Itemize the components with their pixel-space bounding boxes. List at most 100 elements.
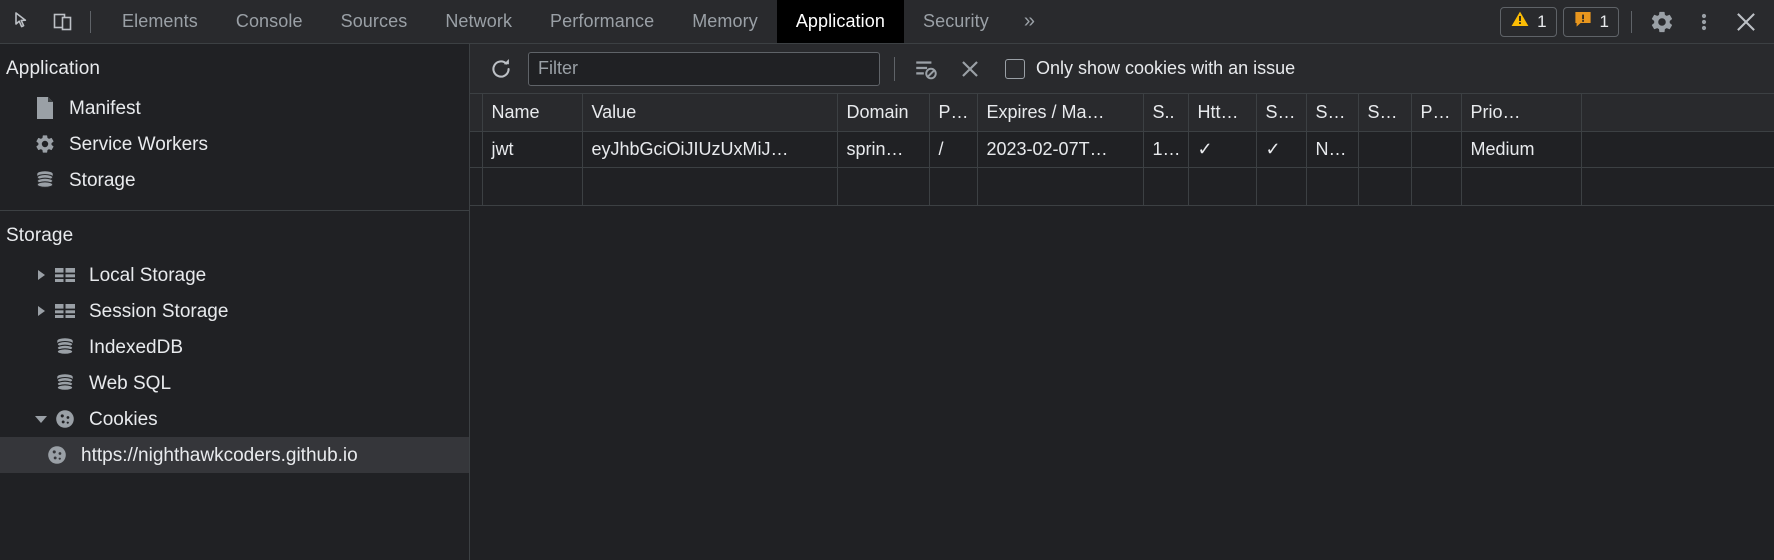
- cookie-icon: [44, 443, 70, 467]
- sidebar-item-label: Cookies: [89, 408, 158, 430]
- only-issues-checkbox-group[interactable]: Only show cookies with an issue: [1005, 58, 1295, 79]
- cookies-table-wrap[interactable]: Name Value Domain P… Expires / Ma… S.. H…: [470, 94, 1774, 560]
- table-cell-secure[interactable]: ✓: [1256, 131, 1307, 168]
- warning-count-label: 1: [1537, 11, 1547, 31]
- table-empty-row: [470, 167, 1774, 206]
- manifest-document-icon: [32, 96, 58, 120]
- table-cell-size[interactable]: 1…: [1143, 131, 1189, 168]
- gear-icon[interactable]: [1644, 5, 1680, 39]
- warning-triangle-icon: [1510, 9, 1530, 34]
- table-header-domain[interactable]: Domain: [837, 94, 930, 132]
- table-cell-httponly[interactable]: ✓: [1188, 131, 1257, 168]
- table-cell-priority[interactable]: Medium: [1461, 131, 1582, 168]
- only-issues-label: Only show cookies with an issue: [1036, 58, 1296, 78]
- issue-count-button[interactable]: 1: [1562, 6, 1619, 37]
- cookies-table-body: jwt eyJhbGciOiJIUzUxMiJ… sprin… / 2023-0…: [470, 131, 1774, 206]
- sidebar-item-label: Web SQL: [89, 372, 172, 394]
- clear-filtered-cookies-icon[interactable]: [909, 52, 943, 86]
- tab-network[interactable]: Network: [426, 0, 531, 43]
- cookies-toolbar: Only show cookies with an issue: [470, 44, 1774, 94]
- sidebar-item-label: Session Storage: [89, 300, 229, 322]
- tabstrip-right-divider: [1631, 10, 1632, 33]
- three-dot-menu-icon[interactable]: [1686, 5, 1722, 39]
- sidebar-item-manifest[interactable]: Manifest: [0, 90, 469, 126]
- sidebar-item-session-storage[interactable]: Session Storage: [0, 293, 469, 329]
- tab-sources[interactable]: Sources: [322, 0, 427, 43]
- table-grid-icon: [52, 263, 78, 287]
- table-header-path[interactable]: P…: [929, 94, 978, 132]
- table-cell-partitionkey[interactable]: [1411, 131, 1462, 168]
- sidebar-item-label: Service Workers: [69, 133, 209, 155]
- devtools-window: Elements Console Sources Network Perform…: [0, 0, 1774, 560]
- sidebar-item-label: IndexedDB: [89, 336, 184, 358]
- table-row[interactable]: jwt eyJhbGciOiJIUzUxMiJ… sprin… / 2023-0…: [470, 131, 1774, 168]
- sidebar-item-label: Storage: [69, 169, 136, 191]
- sidebar-item-cookie-origin[interactable]: https://nighthawkcoders.github.io: [0, 437, 469, 473]
- table-header-priority[interactable]: Prio…: [1461, 94, 1582, 132]
- database-icon: [52, 335, 78, 359]
- table-cell-expires[interactable]: 2023-02-07T…: [977, 131, 1144, 168]
- table-cell-name[interactable]: jwt: [482, 131, 583, 168]
- application-sidebar: Application Manifest Service Workers Sto…: [0, 44, 470, 560]
- tab-console[interactable]: Console: [217, 0, 322, 43]
- more-tabs-chevron-icon[interactable]: »: [1008, 0, 1051, 43]
- table-cell-samesite[interactable]: N…: [1306, 131, 1359, 168]
- tab-memory[interactable]: Memory: [673, 0, 777, 43]
- cookies-table: Name Value Domain P… Expires / Ma… S.. H…: [470, 94, 1774, 206]
- filter-input[interactable]: [528, 51, 880, 86]
- table-cell-lead: [470, 131, 483, 168]
- sidebar-section-storage-title: Storage: [6, 225, 74, 246]
- table-cell-value[interactable]: eyJhbGciOiJIUzUxMiJ…: [582, 131, 838, 168]
- chevron-down-icon[interactable]: [32, 410, 50, 428]
- inspect-element-icon[interactable]: [8, 5, 42, 39]
- table-header-row: Name Value Domain P… Expires / Ma… S.. H…: [470, 94, 1774, 132]
- sidebar-item-label: Manifest: [69, 97, 141, 119]
- tab-performance[interactable]: Performance: [531, 0, 673, 43]
- issue-count-label: 1: [1599, 11, 1609, 31]
- tab-security[interactable]: Security: [904, 0, 1008, 43]
- tab-application[interactable]: Application: [776, 0, 904, 43]
- table-cell-filler: [1581, 131, 1774, 168]
- table-header-partitionkey[interactable]: P…: [1411, 94, 1462, 132]
- devtools-tool-buttons: [0, 0, 103, 43]
- table-header-samesite2[interactable]: S…: [1358, 94, 1412, 132]
- sidebar-item-label: Local Storage: [89, 264, 207, 286]
- only-issues-checkbox[interactable]: [1005, 58, 1025, 79]
- sidebar-item-service-workers[interactable]: Service Workers: [0, 126, 469, 162]
- table-header-name[interactable]: Name: [482, 94, 583, 132]
- table-header-expires[interactable]: Expires / Ma…: [977, 94, 1144, 132]
- sidebar-item-label: https://nighthawkcoders.github.io: [81, 444, 358, 466]
- gear-icon: [32, 132, 58, 156]
- tabstrip-right-controls: 1 1: [1500, 0, 1774, 43]
- sidebar-item-local-storage[interactable]: Local Storage: [0, 257, 469, 293]
- table-grid-icon: [52, 299, 78, 323]
- close-icon[interactable]: [1728, 5, 1764, 39]
- cookies-panel: Only show cookies with an issue: [470, 44, 1774, 560]
- sidebar-item-storage[interactable]: Storage: [0, 162, 469, 198]
- table-header-secure[interactable]: S…: [1256, 94, 1307, 132]
- table-cell-domain[interactable]: sprin…: [837, 131, 930, 168]
- table-header-filler: [1581, 94, 1774, 132]
- table-header-value[interactable]: Value: [582, 94, 838, 132]
- toolbar-divider: [90, 10, 91, 33]
- sidebar-item-web-sql[interactable]: Web SQL: [0, 365, 469, 401]
- chevron-right-icon[interactable]: [32, 302, 50, 320]
- table-cell-samesite2[interactable]: [1358, 131, 1412, 168]
- sidebar-item-indexeddb[interactable]: IndexedDB: [0, 329, 469, 365]
- table-header-size[interactable]: S..: [1143, 94, 1189, 132]
- device-toolbar-icon[interactable]: [46, 5, 80, 39]
- table-cell-path[interactable]: /: [929, 131, 978, 168]
- delete-cookie-icon[interactable]: [953, 52, 987, 86]
- table-header-samesite[interactable]: S…: [1306, 94, 1359, 132]
- issue-bang-icon: [1573, 9, 1593, 34]
- chevron-right-icon[interactable]: [32, 266, 50, 284]
- devtools-tabstrip: Elements Console Sources Network Perform…: [0, 0, 1774, 44]
- sidebar-section-application-title: Application: [6, 58, 101, 79]
- panel-tabs: Elements Console Sources Network Perform…: [103, 0, 1051, 43]
- warning-count-button[interactable]: 1: [1500, 6, 1557, 37]
- table-header-httponly[interactable]: Htt…: [1188, 94, 1257, 132]
- table-header-lead: [470, 94, 483, 132]
- refresh-icon[interactable]: [484, 52, 518, 86]
- tab-elements[interactable]: Elements: [103, 0, 217, 43]
- sidebar-item-cookies[interactable]: Cookies: [0, 401, 469, 437]
